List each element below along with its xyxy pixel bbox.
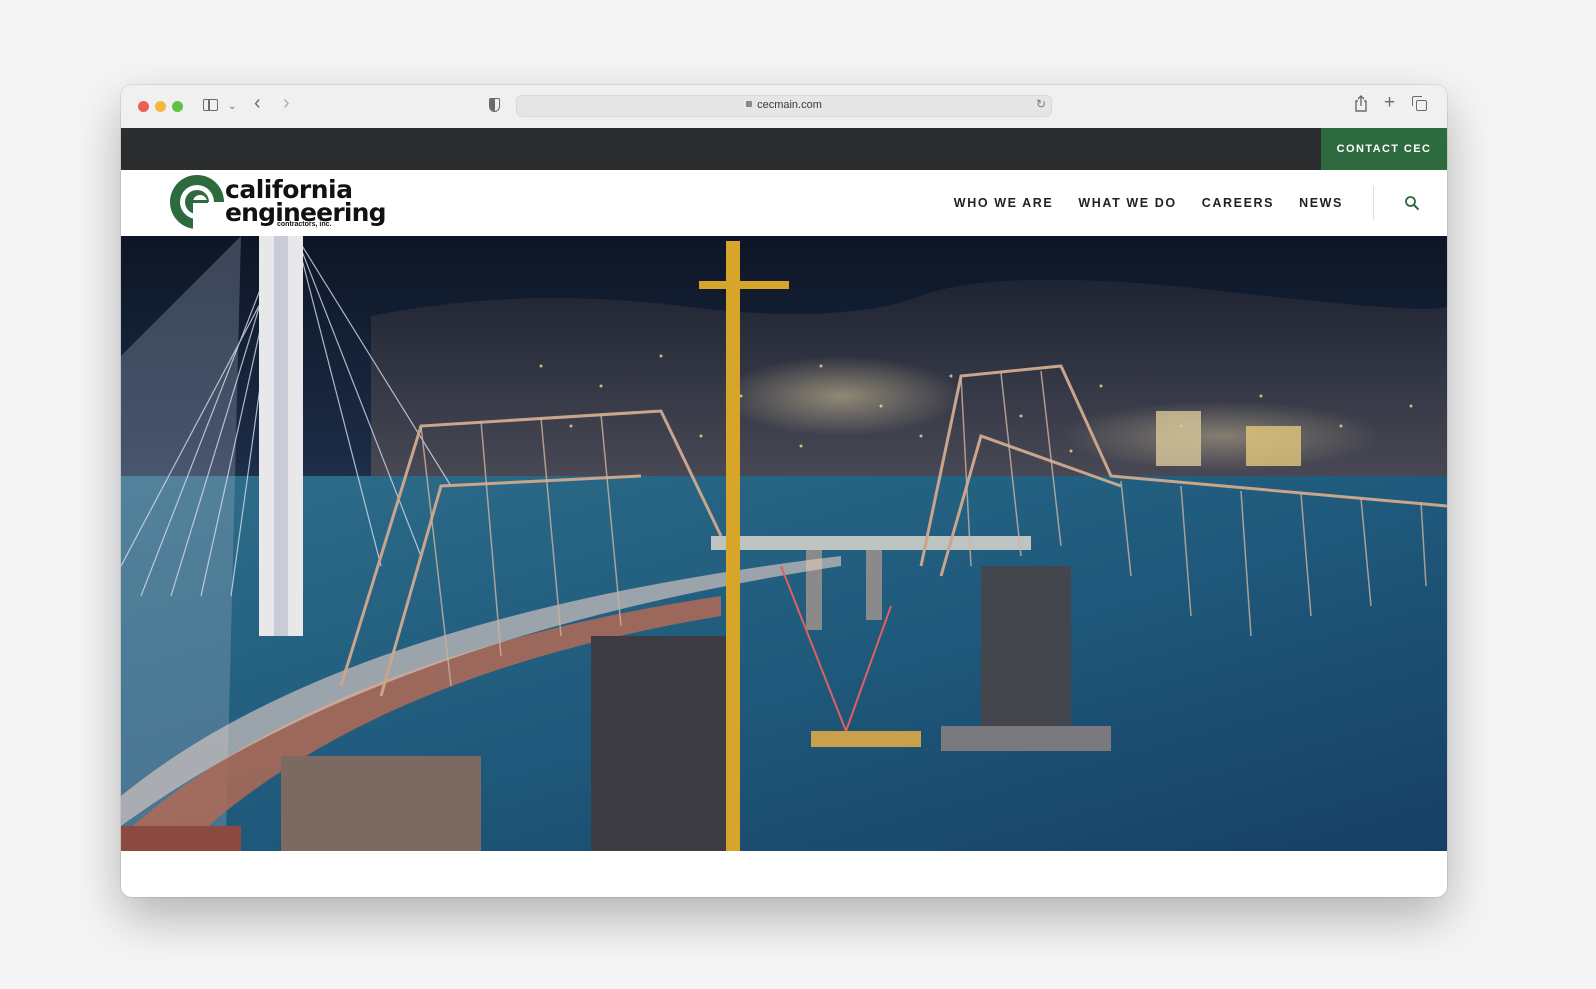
bay-bridge-night-photo xyxy=(121,236,1447,851)
hero-image xyxy=(121,236,1447,851)
logo-text-contractors: contractors, inc. xyxy=(277,221,332,228)
sidebar-toggle-icon[interactable] xyxy=(203,99,218,111)
nav-who-we-are[interactable]: WHO WE ARE xyxy=(954,196,1054,210)
nav-careers[interactable]: CAREERS xyxy=(1202,196,1274,210)
logo-mark-icon xyxy=(170,175,225,230)
contact-cec-button[interactable]: CONTACT CEC xyxy=(1321,128,1447,170)
main-nav: WHO WE ARE WHAT WE DO CAREERS NEWS xyxy=(954,196,1343,210)
browser-toolbar: ⌄ ‹ › cecmain.com ↻ + xyxy=(121,85,1447,129)
browser-window: ⌄ ‹ › cecmain.com ↻ + CONTACT CEC califo… xyxy=(121,85,1447,897)
tab-overview-icon[interactable] xyxy=(1412,96,1427,111)
nav-news[interactable]: NEWS xyxy=(1299,196,1343,210)
close-window-button[interactable] xyxy=(138,101,149,112)
forward-arrow-icon[interactable]: › xyxy=(283,93,290,113)
chevron-down-icon[interactable]: ⌄ xyxy=(228,97,236,117)
nav-what-we-do[interactable]: WHAT WE DO xyxy=(1078,196,1176,210)
company-logo[interactable]: california engineering contractors, inc. xyxy=(169,174,387,232)
privacy-shield-icon[interactable] xyxy=(489,98,500,112)
site-header: california engineering contractors, inc.… xyxy=(121,170,1447,236)
url-text: cecmain.com xyxy=(757,99,822,111)
search-icon[interactable] xyxy=(1403,194,1421,212)
reload-icon[interactable]: ↻ xyxy=(1036,97,1046,111)
address-bar[interactable]: cecmain.com ↻ xyxy=(516,95,1052,117)
site-topbar: CONTACT CEC xyxy=(121,128,1447,170)
share-icon[interactable] xyxy=(1354,95,1368,118)
below-hero-area xyxy=(121,851,1447,897)
minimize-window-button[interactable] xyxy=(155,101,166,112)
new-tab-icon[interactable]: + xyxy=(1384,93,1395,113)
zoom-window-button[interactable] xyxy=(172,101,183,112)
back-arrow-icon[interactable]: ‹ xyxy=(254,93,261,113)
nav-divider xyxy=(1373,186,1374,220)
lock-icon xyxy=(746,101,753,107)
